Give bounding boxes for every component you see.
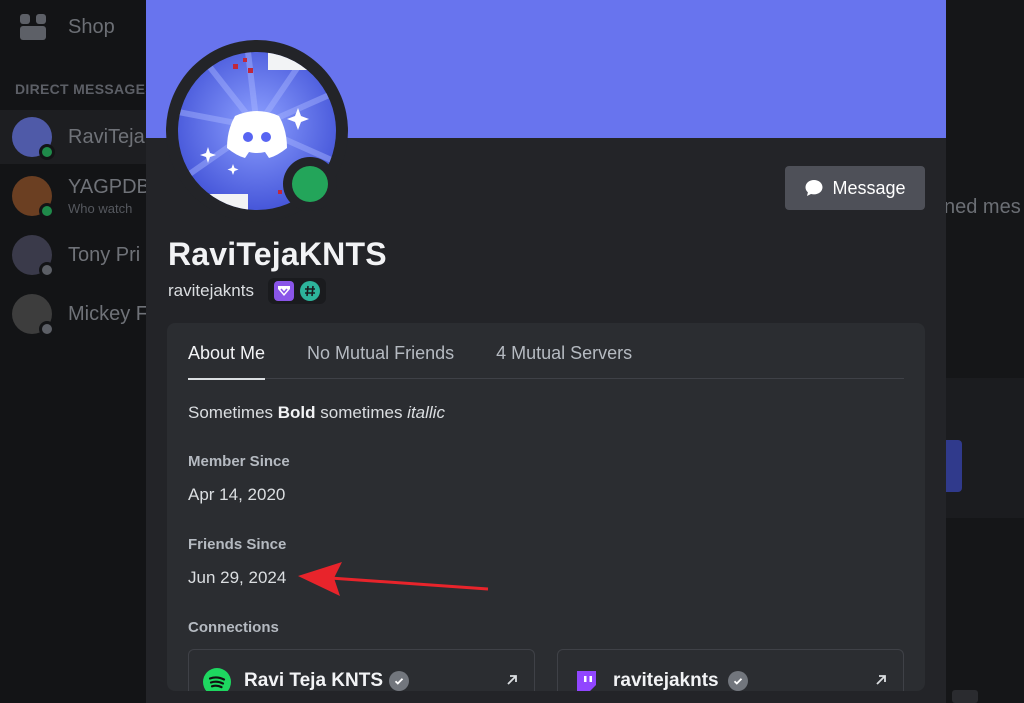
dm-item[interactable]: Tony Pri [0,228,148,282]
member-since-value: Apr 14, 2020 [188,485,286,504]
dm-item[interactable]: YAGPDB Who watch [0,169,150,223]
avatar [12,176,55,219]
username[interactable]: ravitejaknts [168,281,254,301]
avatar [12,117,55,160]
bio-text: Sometimes [188,403,278,422]
background-text: ned mes [944,196,1021,218]
dm-name: YAGPDB [68,176,150,198]
spotify-icon [203,668,231,691]
connections-label: Connections [188,619,279,636]
dm-name: Mickey F [68,302,148,325]
display-name: RaviTejaKNTS [168,236,387,272]
dm-item[interactable]: Mickey F [0,287,148,341]
tab-mutual-servers[interactable]: 4 Mutual Servers [496,343,632,379]
connection-name: ravitejaknts [613,670,719,691]
friends-since-value: Jun 29, 2024 [188,568,287,587]
profile-badges [267,278,326,304]
twitch-icon [572,668,600,691]
background-button [944,440,962,492]
dm-item[interactable]: RaviTeja [0,110,148,164]
avatar [12,235,55,278]
message-button-label: Message [832,177,906,198]
shop-nav-item[interactable]: Shop [18,12,115,42]
tab-about-me[interactable]: About Me [188,343,266,380]
connection-twitch[interactable]: ravitejaknts [557,649,904,691]
bio-bold-text: Bold [277,403,316,422]
shop-icon [18,12,48,42]
connection-name: Ravi Teja KNTS [244,670,384,691]
dm-status-text: Who watch [68,201,133,216]
nitro-badge-icon[interactable] [273,281,294,301]
user-profile-modal: Message RaviTejaKNTS ravitejaknts About … [146,0,946,703]
message-button[interactable]: Message [785,166,925,210]
shop-label: Shop [68,15,115,38]
profile-tabs: About Me No Mutual Friends 4 Mutual Serv… [188,343,904,380]
connection-spotify[interactable]: Ravi Teja KNTS [188,649,535,691]
red-arrow-annotation-icon [298,562,489,596]
profile-avatar-frame [166,40,348,222]
status-indicator [283,157,337,211]
bio-italic-text: itallic [407,403,445,422]
external-link-icon[interactable] [504,672,520,688]
friends-since-label: Friends Since [188,536,287,553]
avatar [12,294,55,337]
dm-name: Tony Pri [68,243,141,266]
chat-bubble-icon [805,180,823,196]
member-since-label: Member Since [188,453,290,470]
hashtag-badge-icon[interactable] [299,281,320,301]
verified-check-icon [389,671,409,691]
bio-text: sometimes [315,403,408,422]
dm-name: RaviTeja [68,125,145,148]
username-row: ravitejaknts [168,278,326,304]
verified-check-icon [728,671,748,691]
background-control [952,690,978,703]
about-me-bio: Sometimes Bold sometimes itallic [188,403,445,423]
online-status-icon [292,166,328,202]
dm-sidebar: Shop DIRECT MESSAGES RaviTeja YAGPDB Who… [0,0,155,703]
external-link-icon[interactable] [873,672,889,688]
profile-info-card: About Me No Mutual Friends 4 Mutual Serv… [167,323,925,691]
tab-mutual-friends[interactable]: No Mutual Friends [307,343,454,379]
direct-messages-header: DIRECT MESSAGES [15,81,155,97]
